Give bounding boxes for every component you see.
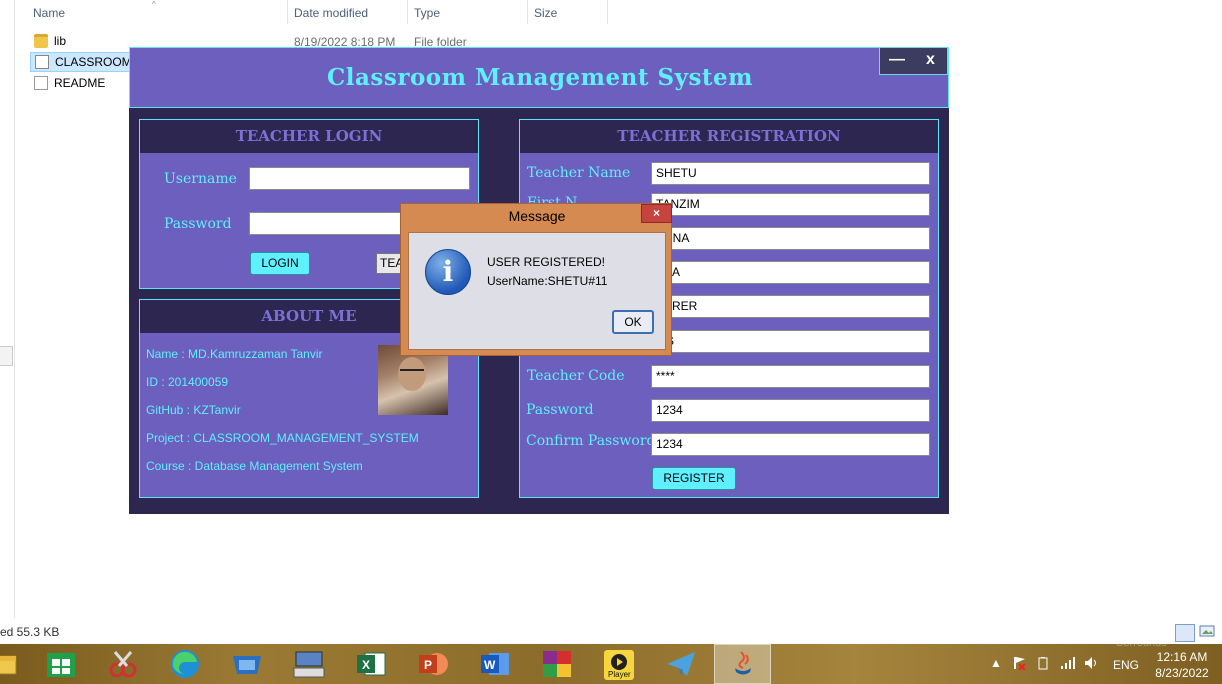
app-title: Classroom Management System bbox=[326, 64, 754, 91]
tray-overflow-icon[interactable]: ▲ bbox=[990, 656, 1002, 670]
excel-icon[interactable]: X bbox=[351, 648, 391, 680]
language-indicator[interactable]: ENG bbox=[1113, 658, 1139, 672]
keyboard-icon[interactable] bbox=[289, 648, 329, 680]
column-header-name[interactable]: Name bbox=[33, 6, 65, 20]
winrar-icon[interactable] bbox=[537, 648, 577, 680]
svg-text:X: X bbox=[362, 658, 370, 672]
app-title-bar: Classroom Management System bbox=[129, 47, 949, 108]
close-button[interactable]: x bbox=[926, 51, 935, 69]
screen: ^ Name Date modified Type Size lib 8/19/… bbox=[0, 0, 1222, 684]
window-controls: — x bbox=[879, 47, 948, 75]
dialog-close-button[interactable]: × bbox=[641, 204, 672, 223]
column-separator[interactable] bbox=[607, 0, 608, 24]
details-view-icon[interactable] bbox=[1175, 624, 1195, 642]
dialog-title: Message bbox=[508, 208, 566, 224]
nav-pane-divider bbox=[14, 0, 15, 618]
ok-button[interactable]: OK bbox=[612, 310, 654, 334]
dialog-message-line2: UserName:SHETU#11 bbox=[487, 274, 608, 288]
jar-file-icon bbox=[35, 55, 49, 69]
snipping-tool-icon[interactable] bbox=[103, 648, 143, 680]
folder-icon bbox=[34, 34, 48, 48]
player-label: Player bbox=[608, 670, 631, 679]
password-label: Password bbox=[526, 402, 594, 418]
column-header-size[interactable]: Size bbox=[534, 6, 557, 20]
column-separator[interactable] bbox=[527, 0, 528, 24]
username-input[interactable] bbox=[249, 167, 470, 190]
clock-time: 12:16 AM bbox=[1156, 650, 1208, 664]
nav-scroll-handle[interactable] bbox=[0, 346, 13, 366]
confirm-password-label: Confirm Password bbox=[526, 433, 656, 449]
ghost-text: Sorrounds bbox=[1116, 637, 1167, 649]
column-separator[interactable] bbox=[287, 0, 288, 24]
file-name: README bbox=[54, 76, 106, 90]
network-signal-icon[interactable] bbox=[1060, 656, 1076, 673]
confirm-password-input[interactable]: 1234 bbox=[651, 433, 930, 456]
minimize-button[interactable]: — bbox=[889, 51, 905, 69]
svg-text:W: W bbox=[484, 658, 496, 672]
photo-face bbox=[398, 357, 426, 391]
file-row-lib[interactable]: lib bbox=[30, 31, 140, 51]
about-name: Name : MD.Kamruzzaman Tanvir bbox=[146, 347, 323, 361]
register-button[interactable]: REGISTER bbox=[652, 467, 736, 490]
reg-password-input[interactable]: 1234 bbox=[651, 399, 930, 422]
java-icon[interactable] bbox=[723, 648, 763, 680]
powerpoint-icon[interactable]: P bbox=[413, 648, 453, 680]
text-file-icon bbox=[34, 76, 48, 90]
word-icon[interactable]: W bbox=[475, 648, 515, 680]
sort-arrow-icon: ^ bbox=[152, 0, 156, 9]
svg-text:P: P bbox=[424, 658, 432, 672]
volume-icon[interactable] bbox=[1084, 656, 1100, 673]
edge-icon[interactable] bbox=[165, 648, 205, 680]
file-name: lib bbox=[54, 34, 67, 48]
dialog-body: i USER REGISTERED! UserName:SHETU#11 OK bbox=[408, 232, 666, 350]
taskbar: Sorrounds X P W Player ▲ ENG 12:16 AM 8/… bbox=[0, 637, 1222, 684]
photo-glasses bbox=[400, 369, 424, 374]
teacher-name-input[interactable]: SHETU bbox=[651, 162, 930, 185]
department-input[interactable]: MS bbox=[651, 330, 930, 353]
action-center-flag-icon[interactable] bbox=[1013, 656, 1027, 673]
status-bar-text: ed 55.3 KB bbox=[0, 625, 60, 639]
system-clock[interactable]: 12:16 AM 8/23/2022 bbox=[1148, 649, 1216, 681]
teacher-name-label: Teacher Name bbox=[527, 165, 631, 181]
file-row-readme[interactable]: README bbox=[30, 73, 140, 93]
file-row-classroom[interactable]: CLASSROOM_ bbox=[30, 52, 140, 72]
city-input[interactable]: AKA bbox=[651, 261, 930, 284]
teacher-registration-header: TEACHER REGISTRATION bbox=[520, 120, 938, 153]
about-github: GitHub : KZTanvir bbox=[146, 403, 241, 417]
teamviewer-icon[interactable] bbox=[227, 648, 267, 680]
login-button[interactable]: LOGIN bbox=[250, 252, 310, 275]
teacher-code-label: Teacher Code bbox=[527, 368, 625, 384]
password-label: Password bbox=[164, 216, 232, 232]
designation-input[interactable]: TURER bbox=[651, 295, 930, 318]
username-label: Username bbox=[164, 171, 237, 187]
about-project: Project : CLASSROOM_MANAGEMENT_SYSTEM bbox=[146, 431, 419, 445]
file-explorer-icon[interactable] bbox=[0, 648, 30, 680]
first-name-input[interactable]: TANZIM bbox=[651, 193, 930, 216]
telegram-icon[interactable] bbox=[661, 648, 701, 680]
info-icon: i bbox=[425, 249, 471, 295]
store-icon[interactable] bbox=[41, 648, 81, 680]
dialog-message-line1: USER REGISTERED! bbox=[487, 255, 606, 269]
last-name-input[interactable]: ANNA bbox=[651, 227, 930, 250]
column-header-type[interactable]: Type bbox=[414, 6, 440, 20]
about-id: ID : 201400059 bbox=[146, 375, 229, 389]
message-dialog: Message × i USER REGISTERED! UserName:SH… bbox=[400, 203, 672, 356]
large-icons-view-icon[interactable] bbox=[1199, 624, 1217, 642]
player-icon[interactable]: Player bbox=[599, 648, 639, 680]
clock-date: 8/23/2022 bbox=[1155, 666, 1209, 680]
teacher-login-header: TEACHER LOGIN bbox=[140, 120, 478, 153]
column-separator[interactable] bbox=[407, 0, 408, 24]
column-header-date[interactable]: Date modified bbox=[294, 6, 368, 20]
file-name: CLASSROOM_ bbox=[55, 55, 139, 69]
battery-icon[interactable] bbox=[1036, 656, 1050, 673]
teacher-code-input[interactable]: **** bbox=[651, 365, 930, 388]
about-course: Course : Database Management System bbox=[146, 459, 363, 473]
